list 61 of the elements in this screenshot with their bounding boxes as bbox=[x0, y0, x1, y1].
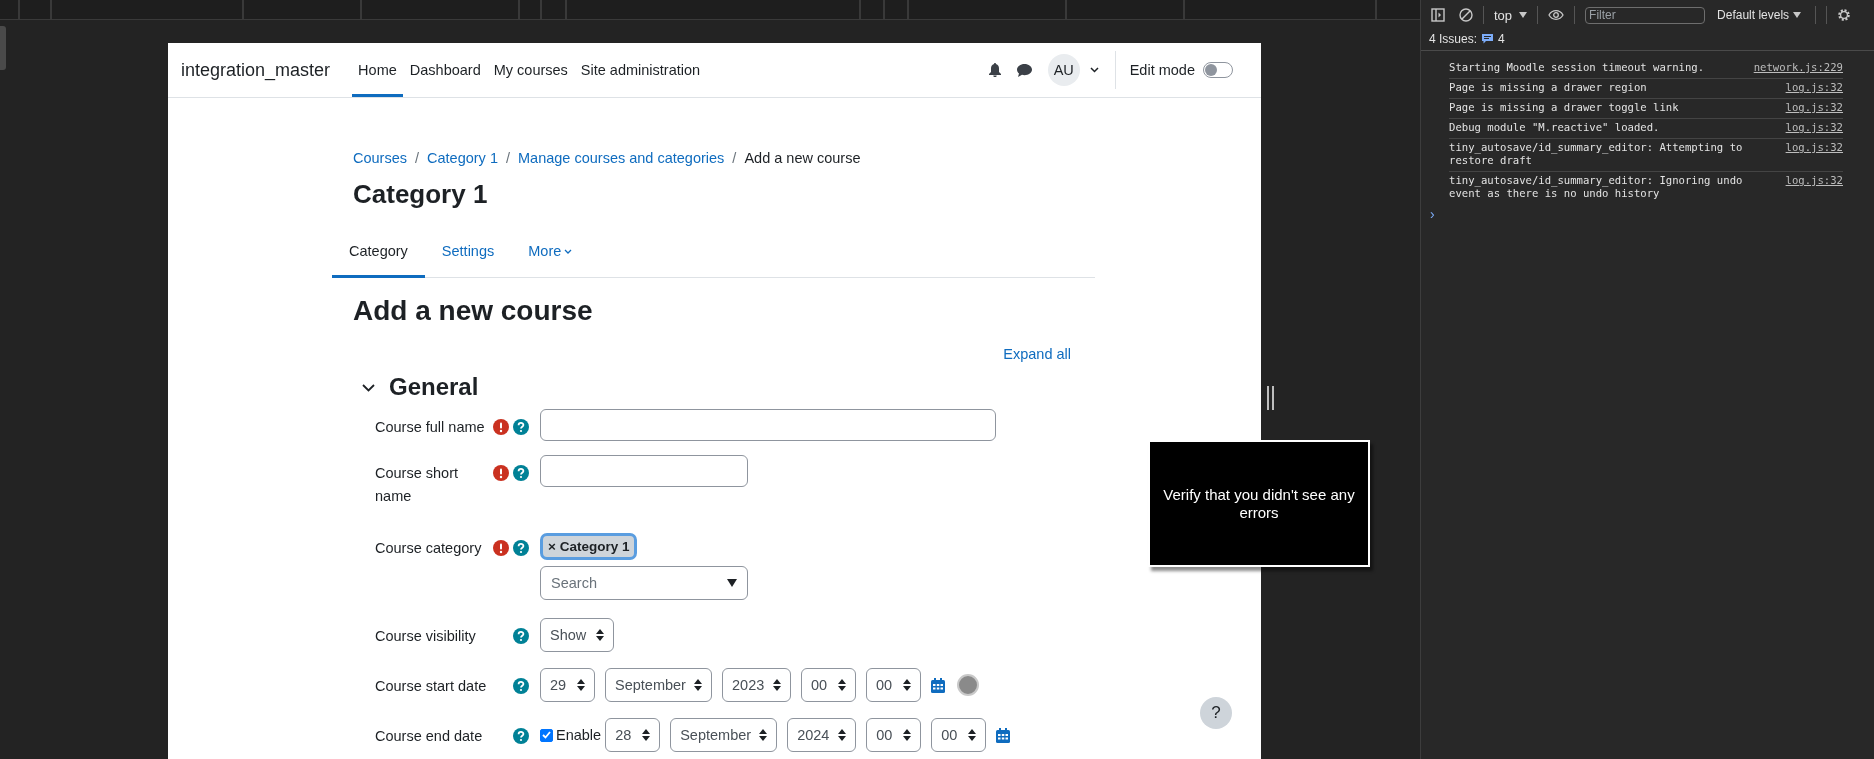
select-dropdown[interactable]: Show bbox=[540, 618, 614, 652]
tab[interactable]: Settings bbox=[424, 228, 512, 278]
console-message: Page is missing a drawer toggle link bbox=[1449, 101, 1679, 114]
select-dropdown[interactable]: 2023 bbox=[722, 668, 791, 702]
page-heading: Add a new course bbox=[353, 295, 594, 327]
breadcrumb-separator: / bbox=[415, 150, 420, 166]
field-label: Course end date bbox=[375, 727, 484, 746]
console-message: Debug module "M.reactive" loaded. bbox=[1449, 121, 1660, 134]
select-dropdown[interactable]: September bbox=[670, 718, 778, 752]
nav-link[interactable]: Home bbox=[352, 46, 403, 97]
breadcrumb-current: Add a new course bbox=[744, 150, 861, 166]
field-label: Course category bbox=[375, 539, 483, 558]
source-link[interactable]: log.js:32 bbox=[1785, 141, 1843, 167]
field-label: Course start date bbox=[375, 677, 488, 696]
console-message: tiny_autosave/id_summary_editor: Attempting to restore draft bbox=[1449, 141, 1744, 167]
select-dropdown[interactable]: 00 bbox=[866, 668, 921, 702]
breadcrumb-separator: / bbox=[732, 150, 737, 166]
console-message: Starting Moodle session timeout warning. bbox=[1449, 61, 1705, 74]
category-heading: Category 1 bbox=[353, 179, 489, 210]
checkbox-label: Enable bbox=[556, 727, 602, 743]
console-message: tiny_autosave/id_summary_editor: Ignoring undo event as there is no undo history bbox=[1449, 174, 1744, 200]
issues-label[interactable]: 4 Issues: bbox=[1429, 32, 1478, 46]
field-label: Course visibility bbox=[375, 627, 477, 646]
user-avatar[interactable]: AU bbox=[1047, 54, 1080, 86]
select-dropdown[interactable]: 00 bbox=[866, 718, 922, 752]
select-dropdown[interactable]: September bbox=[605, 668, 712, 702]
overlay-text: Verify that you didn't see any errors bbox=[1162, 485, 1356, 522]
source-link[interactable]: network.js:229 bbox=[1753, 61, 1843, 74]
source-link[interactable]: log.js:32 bbox=[1785, 81, 1843, 94]
source-link[interactable]: log.js:32 bbox=[1785, 121, 1843, 134]
select-dropdown[interactable]: 29 bbox=[540, 668, 595, 702]
console-prompt[interactable]: › bbox=[1421, 206, 1874, 222]
console-message: Page is missing a drawer region bbox=[1449, 81, 1647, 94]
source-link[interactable]: log.js:32 bbox=[1785, 101, 1843, 114]
expand-all-link[interactable]: Expand all bbox=[1003, 346, 1071, 362]
context-dropdown[interactable]: top bbox=[1494, 7, 1528, 23]
levels-dropdown[interactable]: Default levels bbox=[1717, 8, 1802, 22]
field-label: Course full name bbox=[375, 418, 486, 437]
breadcrumb-link[interactable]: Category 1 bbox=[427, 150, 498, 166]
search-field[interactable]: Search bbox=[540, 566, 748, 600]
breadcrumb-separator: / bbox=[505, 150, 510, 166]
select-dropdown[interactable]: 2024 bbox=[787, 718, 857, 752]
edit-mode-label: Edit mode bbox=[1129, 62, 1195, 78]
filter-field[interactable]: Filter bbox=[1585, 6, 1706, 24]
tab[interactable]: More bbox=[511, 228, 590, 278]
select-dropdown[interactable]: 28 bbox=[605, 718, 661, 752]
help-button[interactable]: ? bbox=[1200, 697, 1232, 729]
nav-link[interactable]: Dashboard bbox=[403, 46, 487, 97]
site-name[interactable]: integration_master bbox=[181, 59, 331, 81]
nav-link[interactable]: My courses bbox=[487, 46, 574, 97]
source-link[interactable]: log.js:32 bbox=[1785, 174, 1843, 200]
select-dropdown[interactable]: 00 bbox=[931, 718, 987, 752]
section-heading: General bbox=[389, 373, 479, 401]
selected-tag[interactable]: × Category 1 bbox=[540, 533, 638, 560]
nav-link[interactable]: Site administration bbox=[574, 46, 707, 97]
breadcrumb-link[interactable]: Courses bbox=[353, 150, 407, 166]
tab[interactable]: Category bbox=[332, 228, 425, 278]
select-dropdown[interactable]: 00 bbox=[801, 668, 856, 702]
issues-count[interactable]: 4 bbox=[1498, 32, 1505, 46]
breadcrumb-link[interactable]: Manage courses and categories bbox=[518, 150, 725, 166]
field-label: Course short name bbox=[375, 464, 459, 506]
